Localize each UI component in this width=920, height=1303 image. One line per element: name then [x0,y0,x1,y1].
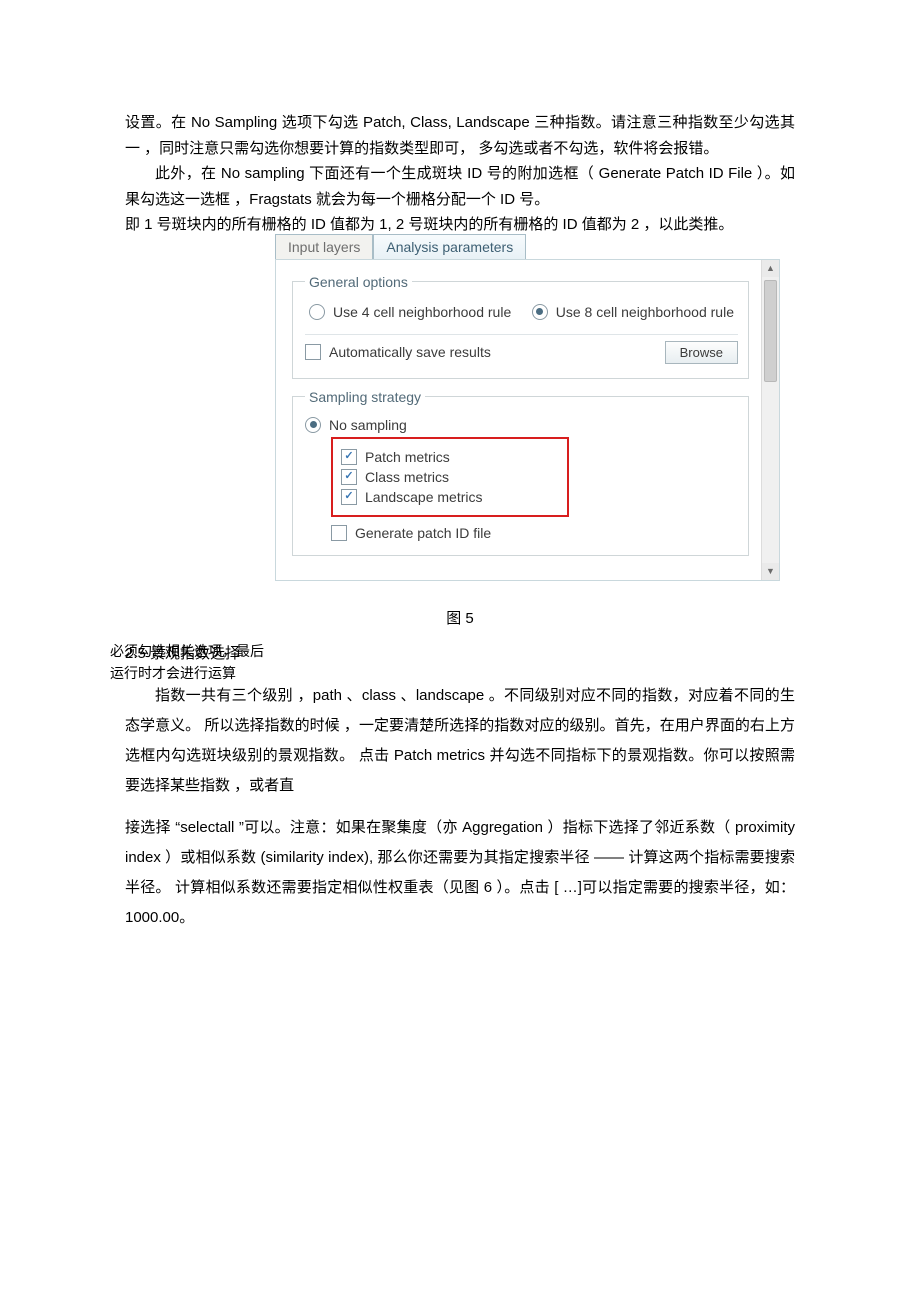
general-options-legend: General options [305,274,412,290]
sampling-strategy-legend: Sampling strategy [305,389,425,405]
figure-5-caption: 图 5 [125,607,795,628]
checkbox-landscape-metrics[interactable] [341,489,357,505]
radio-no-sampling[interactable] [305,417,321,433]
checkbox-autosave[interactable] [305,344,321,360]
tab-input-layers[interactable]: Input layers [275,234,373,259]
sampling-strategy-group: Sampling strategy No sampling Patch metr… [292,389,749,556]
paragraph-4: 指数一共有三个级别 ，path 、class 、landscape 。不同级别对… [125,681,795,801]
checkbox-generate-patch-id[interactable] [331,525,347,541]
paragraph-5: 接选择 “selectall ”可以。注意：如果在聚集度（亦 Aggregati… [125,813,795,933]
paragraph-1: 设置。在 No Sampling 选项下勾选 Patch, Class, Lan… [125,110,795,161]
checkbox-patch-metrics[interactable] [341,449,357,465]
scroll-down-icon[interactable]: ▼ [762,563,779,580]
label-patch-metrics: Patch metrics [365,449,450,465]
tab-analysis-parameters[interactable]: Analysis parameters [373,234,526,259]
side-annotation-line1: 必须勾选相关选项，最后 [110,643,264,659]
metrics-highlight-box: Patch metrics Class metrics Landscape me… [331,437,569,517]
checkbox-class-metrics[interactable] [341,469,357,485]
label-no-sampling: No sampling [329,417,407,433]
radio-8cell[interactable] [532,304,548,320]
side-annotation: 必须勾选相关选项，最后 运行时才会进行运算 [110,640,280,685]
label-autosave: Automatically save results [329,344,491,360]
general-options-group: General options Use 4 cell neighborhood … [292,274,749,379]
browse-button[interactable]: Browse [665,341,738,364]
label-generate-patch-id: Generate patch ID file [355,525,491,541]
figure-5: Input layers Analysis parameters ▲ ▼ Gen… [275,234,795,581]
scrollbar[interactable]: ▲ ▼ [761,260,779,580]
side-annotation-line2: 运行时才会进行运算 [110,665,236,681]
radio-4cell[interactable] [309,304,325,320]
scroll-up-icon[interactable]: ▲ [762,260,779,277]
label-class-metrics: Class metrics [365,469,449,485]
label-landscape-metrics: Landscape metrics [365,489,483,505]
paragraph-2: 此外，在 No sampling 下面还有一个生成斑块 ID 号的附加选框（ G… [125,161,795,212]
label-4cell: Use 4 cell neighborhood rule [333,304,511,320]
label-8cell: Use 8 cell neighborhood rule [556,304,734,320]
scroll-thumb[interactable] [764,280,777,382]
